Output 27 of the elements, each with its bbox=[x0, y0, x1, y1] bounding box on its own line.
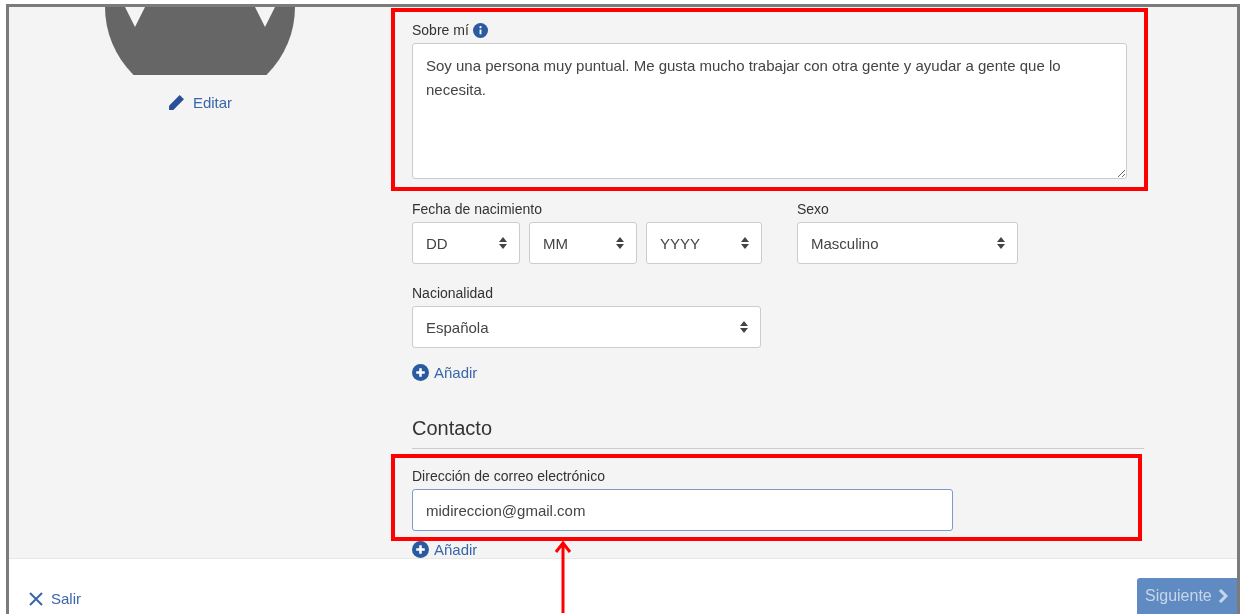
about-textarea[interactable]: Soy una persona muy puntual. Me gusta mucho trabajar con otra gente y ayudar a gente que lo necesita. bbox=[412, 43, 1127, 179]
select-field[interactable]: Masculino bbox=[797, 222, 1018, 264]
chevron-right-icon bbox=[1217, 589, 1228, 603]
sort-caret-icon bbox=[741, 237, 749, 249]
add-link[interactable]: Añadir bbox=[412, 541, 1237, 558]
sort-caret-icon bbox=[616, 237, 624, 249]
sort-caret-icon bbox=[997, 237, 1005, 249]
close-icon bbox=[29, 591, 43, 606]
field-label: Nacionalidad bbox=[412, 285, 493, 301]
select-field[interactable]: YYYY bbox=[646, 222, 762, 264]
field-label: Dirección de correo electrónico bbox=[412, 468, 605, 484]
add-link[interactable]: Añadir bbox=[412, 364, 1237, 381]
plus-circle-icon bbox=[412, 364, 429, 381]
select-field[interactable]: MM bbox=[529, 222, 637, 264]
sort-caret-icon bbox=[499, 237, 507, 249]
pencil-icon bbox=[167, 94, 185, 111]
section-heading: Contacto bbox=[412, 417, 494, 441]
select-field[interactable]: Española bbox=[412, 306, 761, 348]
email-field[interactable]: midireccion@gmail.com bbox=[412, 489, 953, 531]
info-icon bbox=[472, 22, 488, 38]
sort-caret-icon bbox=[740, 321, 748, 333]
exit-button[interactable]: Salir bbox=[29, 590, 81, 607]
field-label: Sobre mí bbox=[412, 22, 469, 38]
field-label: Fecha de nacimiento bbox=[412, 201, 542, 217]
field-label: Sexo bbox=[797, 201, 829, 217]
edit-link[interactable]: Editar bbox=[167, 94, 233, 111]
select-field[interactable]: DD bbox=[412, 222, 520, 264]
